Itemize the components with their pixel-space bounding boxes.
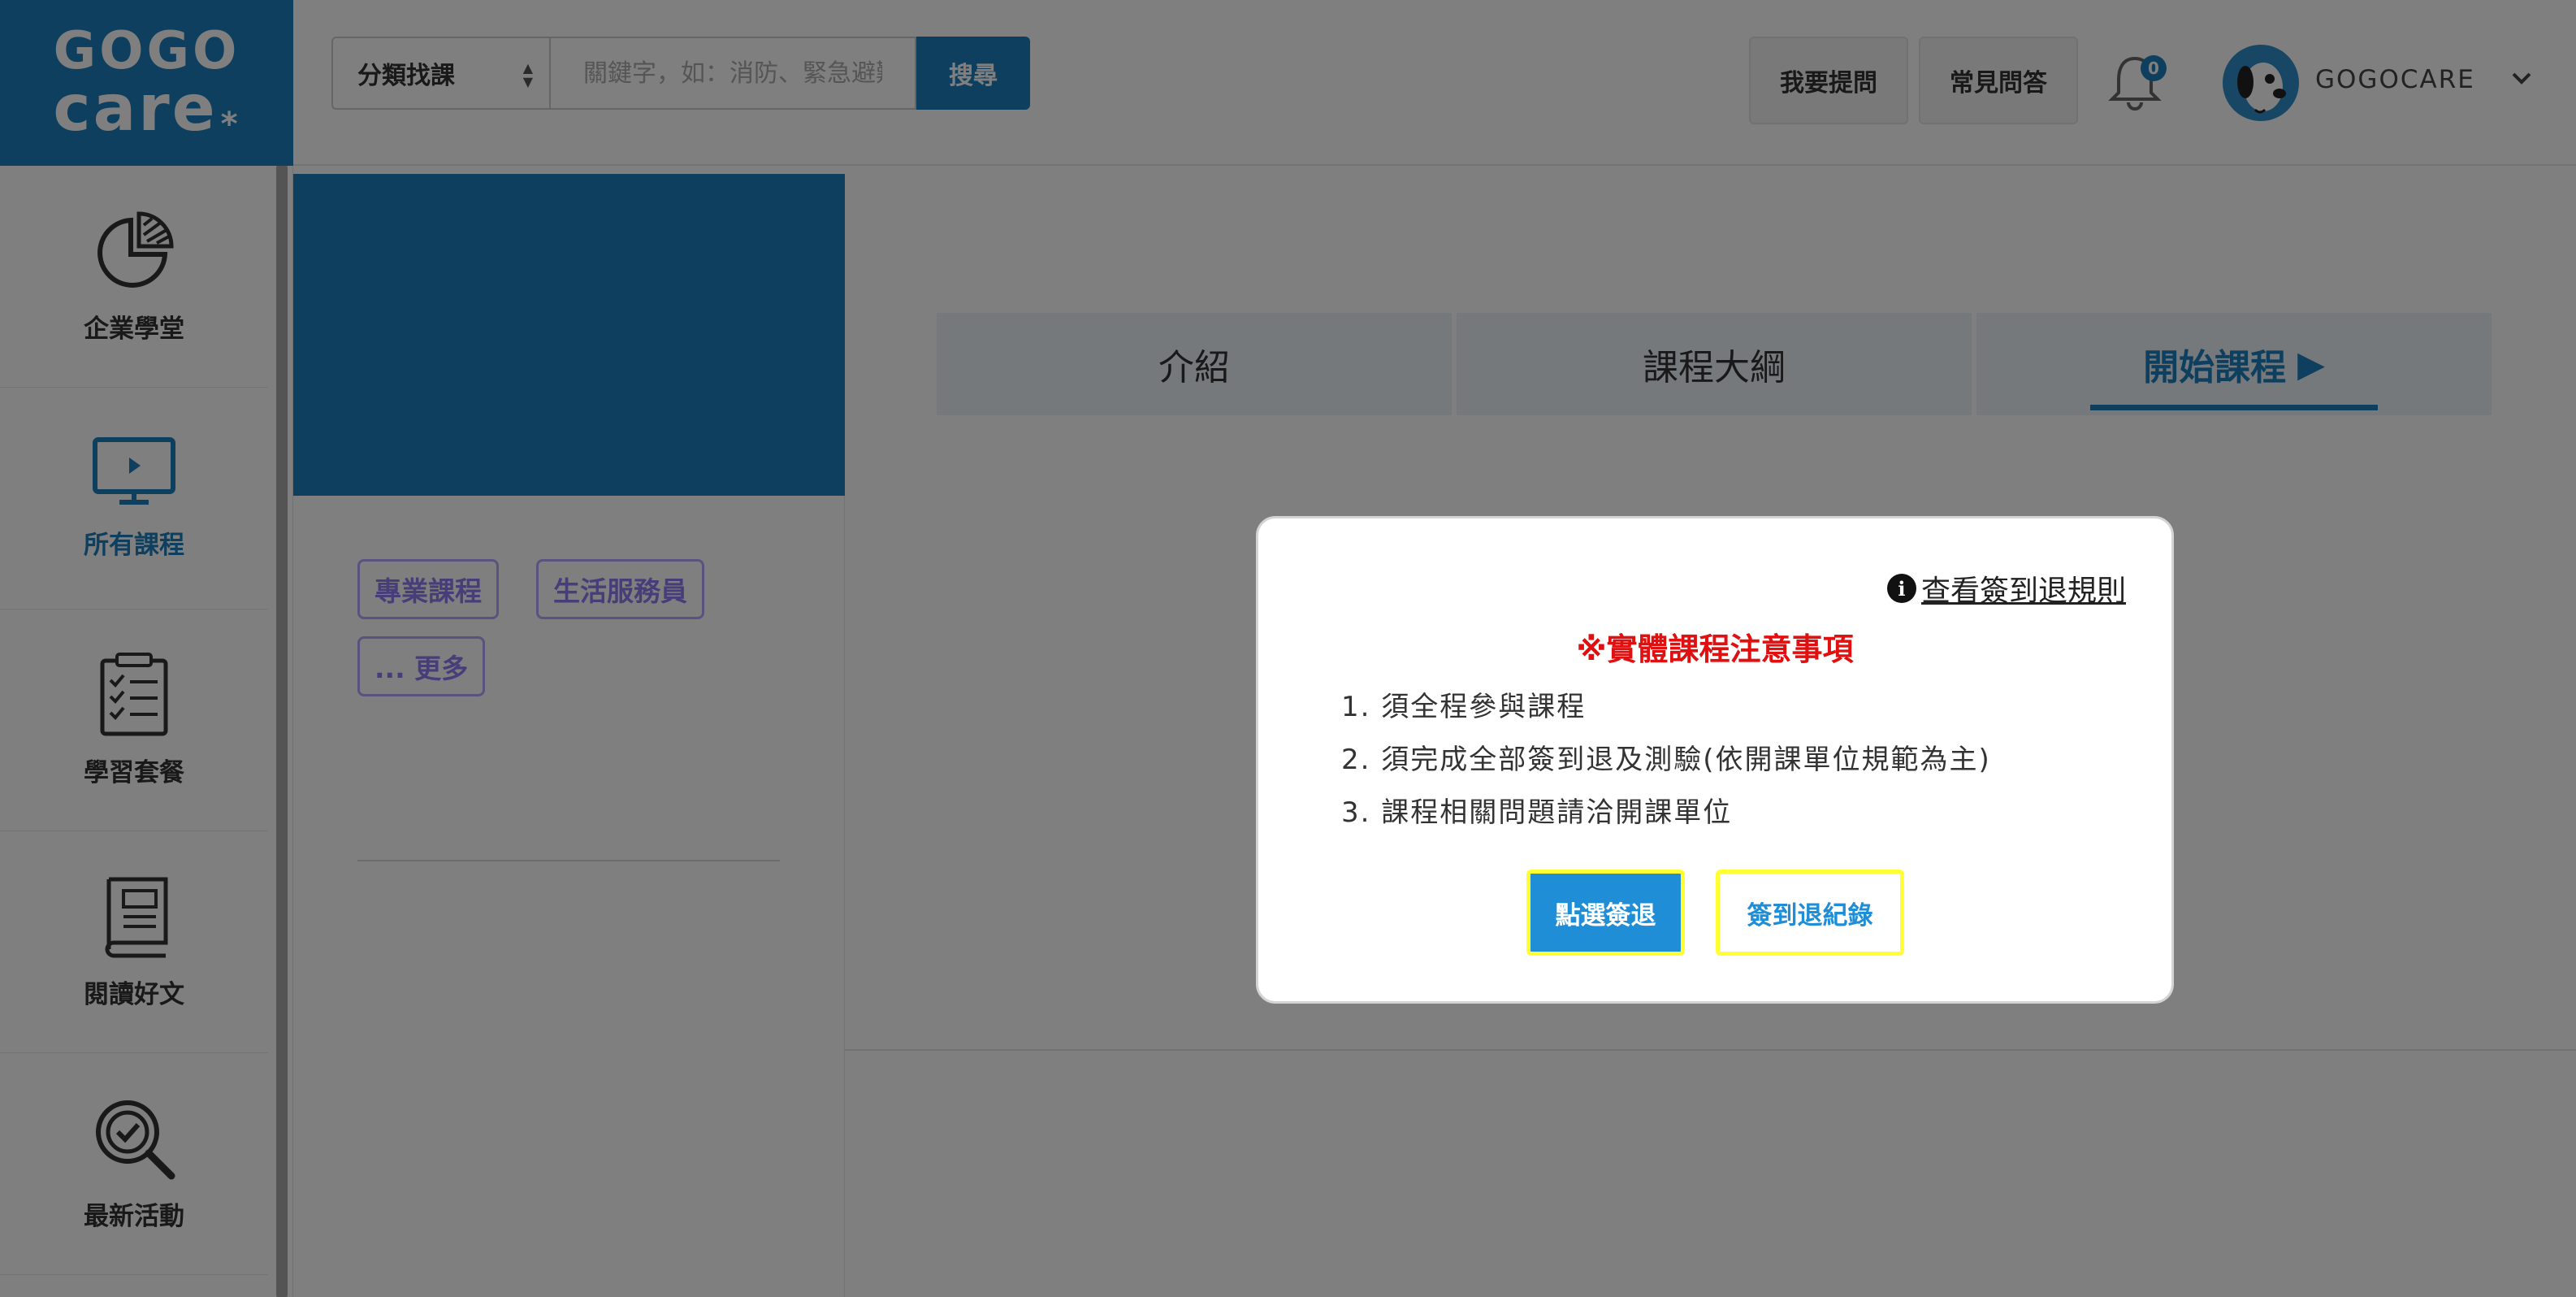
view-rules-link-text: 查看簽到退規則 xyxy=(1920,575,2126,608)
attendance-modal: i 查看簽到退規則 ※實體課程注意事項 1. 須全程參與課程 2. 須完成全部簽… xyxy=(1256,516,2174,1004)
notice-item: 2. 須完成全部簽到退及測驗(依開課單位規範為主) xyxy=(1341,744,1991,776)
attendance-record-button[interactable]: 簽到退紀錄 xyxy=(1716,870,1904,956)
view-rules-link[interactable]: i 查看簽到退規則 xyxy=(1886,567,2126,609)
notice-item: 1. 須全程參與課程 xyxy=(1341,691,1587,723)
notice-item: 3. 課程相關問題請洽開課單位 xyxy=(1341,796,1733,829)
notice-title: ※實體課程注意事項 xyxy=(1576,631,1854,667)
notice-list: 1. 須全程參與課程 2. 須完成全部簽到退及測驗(依開課單位規範為主) 3. … xyxy=(1341,681,1991,839)
info-icon: i xyxy=(1886,574,1916,603)
checkout-button[interactable]: 點選簽退 xyxy=(1526,870,1685,956)
